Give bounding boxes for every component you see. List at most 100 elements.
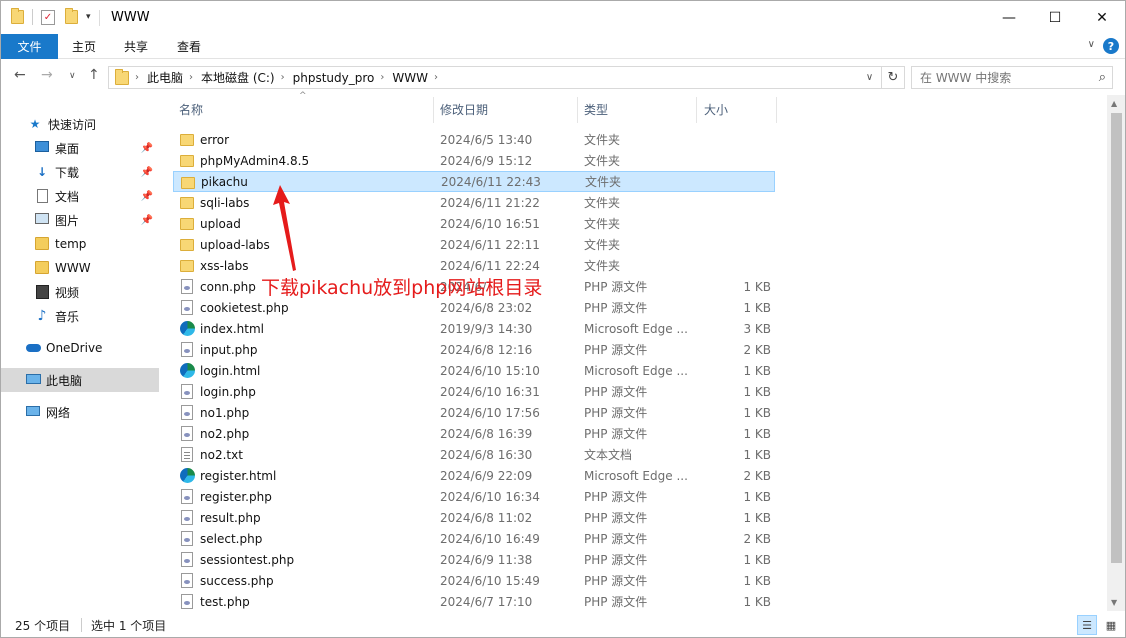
file-row[interactable]: cookietest.php 2024/6/8 23:02 PHP 源文件 1 KB [173, 297, 775, 318]
sidebar-item-music[interactable]: ♪ 音乐 [1, 304, 159, 328]
column-divider[interactable] [696, 97, 697, 123]
up-icon[interactable]: ↑ [88, 67, 100, 83]
column-header-type[interactable]: 类型 [584, 95, 684, 123]
file-name: upload [200, 216, 241, 231]
file-row[interactable]: success.php 2024/6/10 15:49 PHP 源文件 1 KB [173, 570, 775, 591]
file-row[interactable]: test.php 2024/6/7 17:10 PHP 源文件 1 KB [173, 591, 775, 612]
tab-home[interactable]: 主页 [72, 34, 96, 59]
sidebar-item-downloads[interactable]: ↓ 下载 📌 [1, 160, 159, 184]
file-size: 2 KB [743, 468, 771, 483]
close-button[interactable]: ✕ [1079, 1, 1125, 34]
column-header-date[interactable]: 修改日期 [440, 95, 570, 123]
refresh-icon[interactable]: ↻ [881, 66, 905, 89]
file-row[interactable]: register.html 2024/6/9 22:09 Microsoft Edg… [173, 465, 775, 486]
file-size: 2 KB [743, 531, 771, 546]
file-type: Microsoft Edge ... [584, 363, 688, 378]
chevron-right-icon[interactable]: › [281, 72, 285, 83]
tab-file[interactable]: 文件 [1, 34, 58, 59]
folder-icon [34, 261, 50, 275]
chevron-right-icon[interactable]: › [380, 72, 384, 83]
customize-qat-icon[interactable]: ▾ [86, 12, 91, 22]
expand-ribbon-icon[interactable]: ∨ [1088, 39, 1095, 50]
file-row[interactable]: result.php 2024/6/8 11:02 PHP 源文件 1 KB [173, 507, 775, 528]
file-size: 1 KB [743, 573, 771, 588]
address-dropdown-icon[interactable]: ∨ [857, 67, 881, 88]
details-view-icon[interactable]: ☰ [1077, 615, 1097, 635]
sidebar-item-network[interactable]: 网络 [1, 400, 159, 424]
scroll-up-icon[interactable]: ▲ [1111, 99, 1117, 108]
file-row[interactable]: login.php 2024/6/10 16:31 PHP 源文件 1 KB [173, 381, 775, 402]
file-type: PHP 源文件 [584, 301, 648, 315]
sidebar-item-quick-access[interactable]: ★ 快速访问 [1, 112, 159, 136]
file-size: 1 KB [743, 447, 771, 462]
sidebar-item-temp[interactable]: temp [1, 232, 159, 256]
new-folder-icon[interactable] [65, 8, 78, 24]
file-row[interactable]: phpMyAdmin4.8.5 2024/6/9 15:12 文件夹 [173, 150, 775, 171]
sidebar-item-label: 视频 [55, 285, 80, 300]
column-divider[interactable] [776, 97, 777, 123]
breadcrumb-www[interactable]: WWW [392, 71, 428, 85]
sidebar-item-label: OneDrive [46, 341, 103, 355]
computer-icon [25, 373, 41, 387]
search-icon[interactable]: ⌕ [1099, 70, 1106, 85]
minimize-button[interactable]: — [986, 1, 1032, 34]
search-box[interactable]: ⌕ [911, 66, 1113, 89]
chevron-right-icon[interactable]: › [189, 72, 193, 83]
sidebar-item-documents[interactable]: 文档 📌 [1, 184, 159, 208]
file-row[interactable]: pikachu 2024/6/11 22:43 文件夹 [173, 171, 775, 192]
column-divider[interactable] [577, 97, 578, 123]
back-icon[interactable]: ← [14, 67, 26, 83]
file-row[interactable]: upload-labs 2024/6/11 22:11 文件夹 [173, 234, 775, 255]
file-type: 文件夹 [584, 238, 621, 252]
column-divider[interactable] [433, 97, 434, 123]
column-header-name[interactable]: 名称 [179, 95, 429, 123]
chevron-right-icon[interactable]: › [135, 72, 139, 83]
file-size: 1 KB [743, 363, 771, 378]
breadcrumb-phpstudy[interactable]: phpstudy_pro [293, 71, 375, 85]
scroll-down-icon[interactable]: ▼ [1111, 598, 1117, 607]
file-row[interactable]: select.php 2024/6/10 16:49 PHP 源文件 2 KB [173, 528, 775, 549]
folder-icon [34, 237, 50, 251]
file-size: 1 KB [743, 405, 771, 420]
chevron-right-icon[interactable]: › [434, 72, 438, 83]
php-file-icon [181, 342, 193, 357]
file-row[interactable]: input.php 2024/6/8 12:16 PHP 源文件 2 KB [173, 339, 775, 360]
large-icons-view-icon[interactable]: ▦ [1101, 615, 1121, 635]
sidebar-item-www[interactable]: WWW [1, 256, 159, 280]
file-row[interactable]: index.html 2019/9/3 14:30 Microsoft Edge .… [173, 318, 775, 339]
address-bar[interactable]: › 此电脑 › 本地磁盘 (C:) › phpstudy_pro › WWW ›… [108, 66, 882, 89]
sidebar-item-desktop[interactable]: 桌面 📌 [1, 136, 159, 160]
tab-view[interactable]: 查看 [177, 34, 201, 59]
help-icon[interactable]: ? [1103, 38, 1119, 54]
file-row[interactable]: upload 2024/6/10 16:51 文件夹 [173, 213, 775, 234]
sidebar-item-onedrive[interactable]: OneDrive [1, 336, 159, 360]
forward-icon[interactable]: → [41, 67, 53, 83]
file-row[interactable]: register.php 2024/6/10 16:34 PHP 源文件 1 KB [173, 486, 775, 507]
maximize-button[interactable]: ☐ [1032, 1, 1078, 34]
title-bar: ✓ ▾ WWW — ☐ ✕ [1, 1, 1125, 34]
file-row[interactable]: login.html 2024/6/10 15:10 Microsoft Edge … [173, 360, 775, 381]
sidebar-item-videos[interactable]: 视频 [1, 280, 159, 304]
sidebar-item-this-pc[interactable]: 此电脑 [1, 368, 159, 392]
tab-share[interactable]: 共享 [124, 34, 148, 59]
file-row[interactable]: no2.txt 2024/6/8 16:30 文本文档 1 KB [173, 444, 775, 465]
recent-locations-icon[interactable]: ∨ [69, 71, 76, 81]
file-size: 1 KB [743, 426, 771, 441]
sidebar-item-label: WWW [55, 261, 91, 275]
sidebar-item-pictures[interactable]: 图片 📌 [1, 208, 159, 232]
properties-icon[interactable]: ✓ [41, 9, 55, 25]
breadcrumb-this-pc[interactable]: 此电脑 [147, 69, 183, 86]
file-name: error [200, 132, 230, 147]
breadcrumb-local-disk[interactable]: 本地磁盘 (C:) [201, 69, 275, 86]
search-input[interactable] [920, 70, 1090, 85]
scrollbar-thumb[interactable] [1111, 113, 1122, 563]
file-row[interactable]: sessiontest.php 2024/6/9 11:38 PHP 源文件 1 KB [173, 549, 775, 570]
file-row[interactable]: error 2024/6/5 13:40 文件夹 [173, 129, 775, 150]
file-row[interactable]: no2.php 2024/6/8 16:39 PHP 源文件 1 KB [173, 423, 775, 444]
file-date: 2024/6/8 23:02 [440, 300, 533, 315]
file-row[interactable]: no1.php 2024/6/10 17:56 PHP 源文件 1 KB [173, 402, 775, 423]
vertical-scrollbar[interactable]: ▲ ▼ [1107, 95, 1125, 611]
file-size: 1 KB [743, 489, 771, 504]
file-row[interactable]: sqli-labs 2024/6/11 21:22 文件夹 [173, 192, 775, 213]
column-header-size[interactable]: 大小 [704, 95, 764, 123]
